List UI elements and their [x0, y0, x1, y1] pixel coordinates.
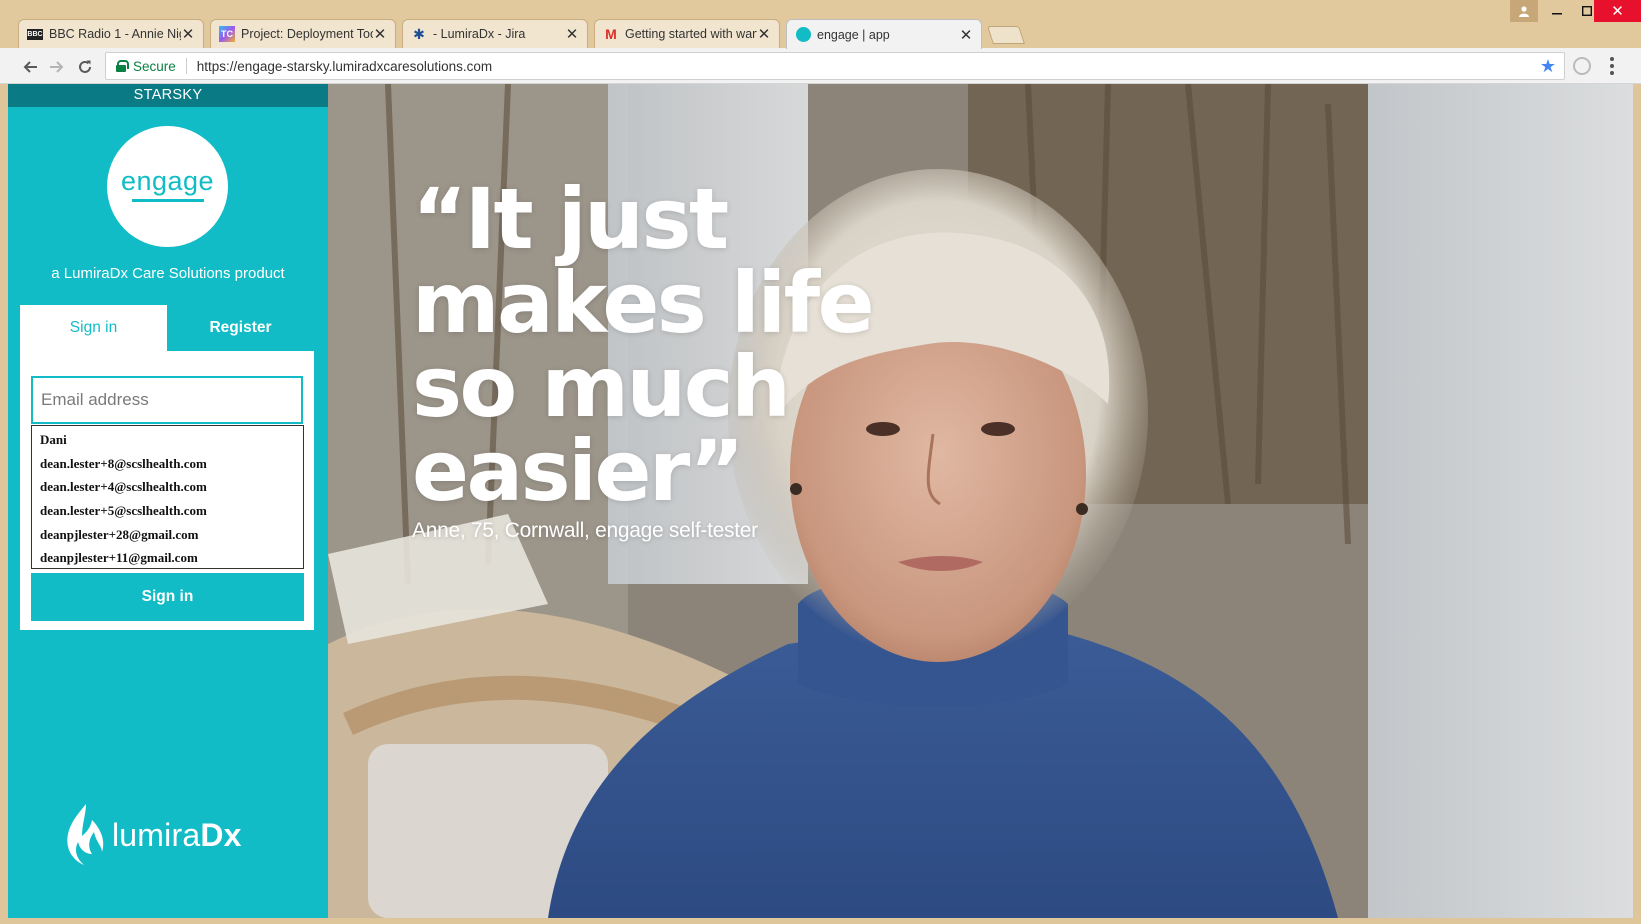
autofill-option[interactable]: deanpjlester+28@gmail.com: [32, 523, 303, 547]
new-tab-button[interactable]: [987, 26, 1025, 44]
back-icon[interactable]: [19, 56, 41, 78]
extension-icon[interactable]: [1573, 57, 1591, 75]
lock-icon: [116, 60, 129, 72]
close-tab-icon[interactable]: ✕: [565, 25, 579, 43]
address-bar[interactable]: Secure https://engage-starsky.lumiradxca…: [105, 52, 1565, 80]
browser-titlebar: BBC BBC Radio 1 - Annie Nigh ✕ TC Projec…: [0, 0, 1641, 49]
close-tab-icon[interactable]: ✕: [757, 25, 771, 43]
logo-text: engage: [120, 165, 215, 196]
address-divider: [185, 58, 187, 74]
gmail-icon: M: [605, 26, 617, 42]
login-sidebar: STARSKY engage a LumiraDx Care Solutions…: [8, 84, 328, 918]
email-input[interactable]: [31, 376, 303, 424]
quote-line: “It just: [412, 170, 729, 268]
close-tab-icon[interactable]: ✕: [373, 25, 387, 43]
browser-tab-gmail[interactable]: M Getting started with warf ✕: [594, 19, 780, 48]
engage-logo: engage: [107, 126, 228, 247]
close-window-icon[interactable]: ✕: [1594, 0, 1641, 22]
hero-quote: “It just makes life so much easier”: [412, 170, 875, 520]
minimize-icon[interactable]: [1542, 0, 1572, 22]
auth-tabs: Sign in Register: [20, 305, 314, 351]
sign-in-button[interactable]: Sign in: [31, 573, 304, 621]
autofill-option[interactable]: dean.lester+8@scslhealth.com: [32, 452, 303, 476]
bbc-icon: BBC: [27, 28, 43, 40]
browser-menu-icon[interactable]: [1605, 56, 1619, 76]
browser-tab-engage[interactable]: engage | app ✕: [786, 19, 982, 49]
brand-name: lumiraDx: [112, 817, 242, 854]
quote-attribution: Anne, 75, Cornwall, engage self-tester: [412, 519, 758, 542]
reload-icon[interactable]: [74, 56, 96, 78]
secure-label: Secure: [133, 58, 176, 74]
bookmark-star-icon[interactable]: ★: [1540, 56, 1556, 77]
browser-toolbar: Secure https://engage-starsky.lumiradxca…: [0, 48, 1641, 84]
auth-card: Sign in Register Dani dean.lester+8@scsl…: [20, 305, 314, 630]
close-tab-icon[interactable]: ✕: [959, 26, 973, 44]
tab-title: Project: Deployment Tool: [241, 27, 373, 41]
environment-banner: STARSKY: [8, 84, 328, 107]
close-tab-icon[interactable]: ✕: [181, 25, 195, 43]
url-text[interactable]: https://engage-starsky.lumiradxcaresolut…: [197, 59, 492, 74]
tab-title: - LumiraDx - Jira: [433, 27, 526, 41]
autofill-option[interactable]: deanpjlester+11@gmail.com: [32, 546, 303, 570]
forward-icon[interactable]: [46, 56, 68, 78]
hero-panel: “It just makes life so much easier” Anne…: [328, 84, 1633, 918]
logo-underline: [131, 198, 204, 202]
autofill-option[interactable]: Dani: [32, 428, 303, 452]
brand-bold: Dx: [200, 816, 242, 853]
product-tagline: a LumiraDx Care Solutions product: [51, 265, 285, 282]
quote-line: makes life: [412, 254, 875, 352]
browser-tab-teamcity[interactable]: TC Project: Deployment Tool ✕: [210, 19, 396, 48]
teamcity-icon: TC: [219, 26, 235, 42]
brand-light: lumira: [112, 816, 201, 853]
flame-icon: [67, 804, 104, 865]
lumiradx-logo: lumiraDx: [62, 802, 242, 868]
tab-title: BBC Radio 1 - Annie Nigh: [49, 27, 181, 41]
quote-line: so much: [412, 338, 791, 436]
jira-icon: ✱: [413, 25, 425, 42]
quote-line: easier”: [412, 422, 745, 520]
autofill-option[interactable]: dean.lester+5@scslhealth.com: [32, 499, 303, 523]
autofill-dropdown: Dani dean.lester+8@scslhealth.com dean.l…: [31, 425, 304, 569]
browser-tab-jira[interactable]: ✱ - LumiraDx - Jira ✕: [402, 19, 588, 48]
tab-title: engage | app: [817, 27, 890, 42]
tab-register[interactable]: Register: [167, 305, 314, 351]
user-profile-icon[interactable]: [1510, 0, 1538, 22]
browser-tab-bbc[interactable]: BBC BBC Radio 1 - Annie Nigh ✕: [18, 19, 204, 48]
page-viewport: STARSKY engage a LumiraDx Care Solutions…: [8, 84, 1633, 918]
autofill-option[interactable]: dean.lester+4@scslhealth.com: [32, 475, 303, 499]
tab-sign-in[interactable]: Sign in: [20, 305, 167, 351]
tab-title: Getting started with warf: [625, 27, 757, 41]
engage-icon: [795, 27, 811, 43]
